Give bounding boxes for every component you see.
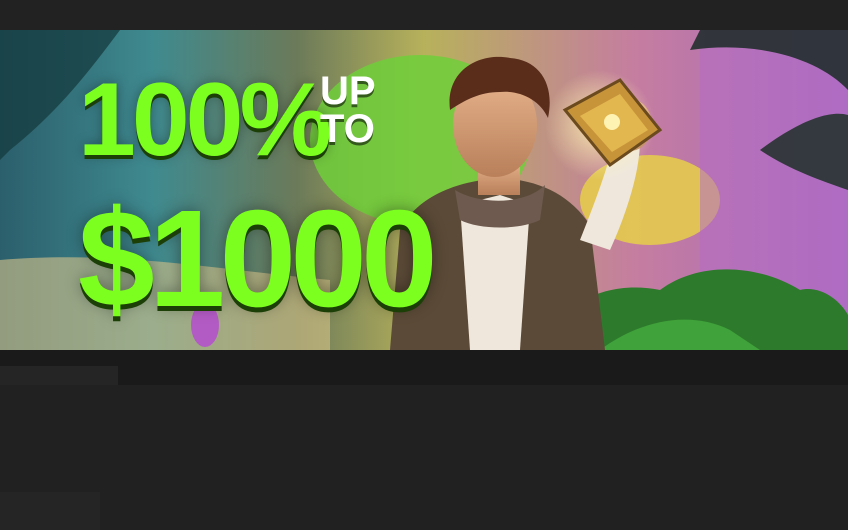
content-area (0, 385, 848, 530)
placeholder-panel[interactable] (0, 492, 100, 530)
section-divider (0, 350, 848, 385)
promo-banner[interactable]: 100% UP TO $1000 (0, 30, 848, 350)
placeholder-tab[interactable] (0, 366, 118, 385)
bonus-up-to: UP TO (320, 69, 375, 151)
top-bar (0, 0, 848, 30)
bonus-amount: $1000 (78, 182, 438, 336)
bonus-percent: 100% (78, 62, 332, 178)
